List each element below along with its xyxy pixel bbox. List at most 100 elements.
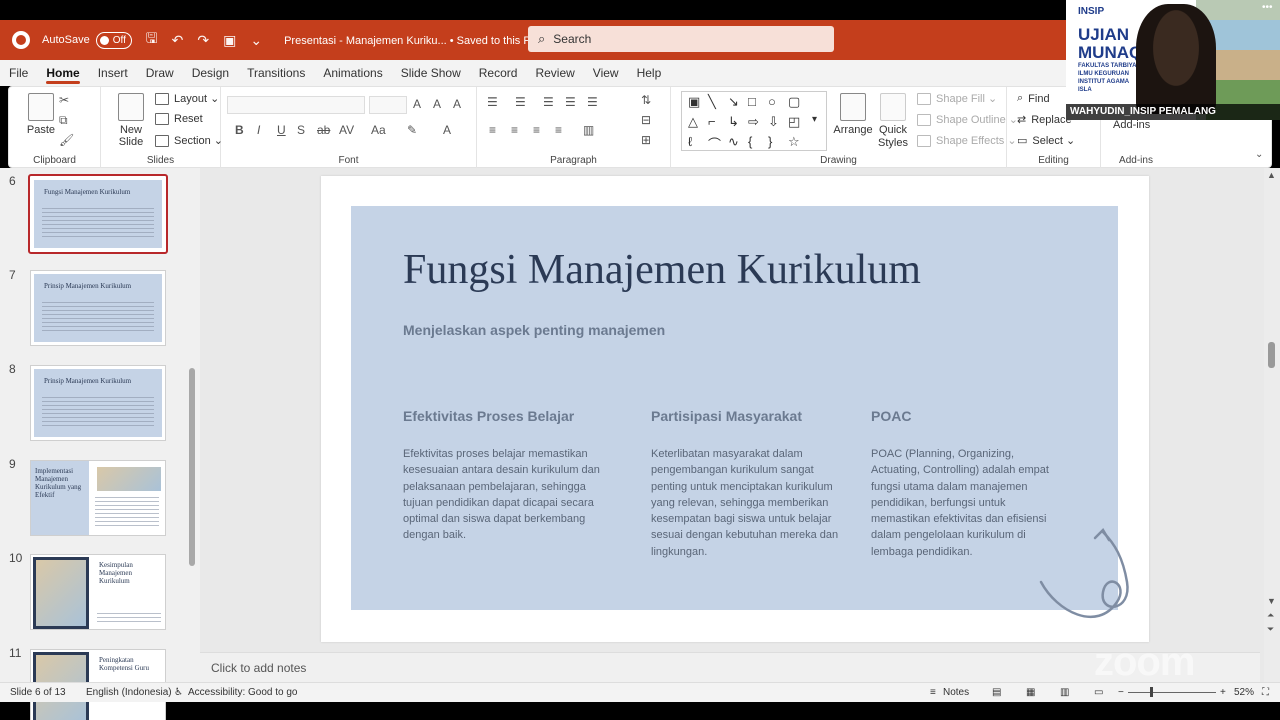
tab-draw[interactable]: Draw (137, 60, 183, 86)
normal-view-icon[interactable]: ▤ (992, 687, 1001, 698)
zoom-slider-track[interactable] (1128, 692, 1216, 693)
more-shapes-icon[interactable]: ▾ (812, 114, 817, 125)
tab-design[interactable]: Design (183, 60, 238, 86)
content-column-2[interactable]: Partisipasi Masyarakat Keterlibatan masy… (651, 408, 841, 560)
rectangle-shape-icon[interactable]: □ (748, 94, 756, 109)
left-brace-shape-icon[interactable]: { (748, 134, 752, 149)
star-shape-icon[interactable]: ☆ (788, 134, 800, 150)
document-title[interactable]: Presentasi - Manajemen Kuriku... • Saved… (284, 34, 551, 47)
down-arrow-shape-icon[interactable]: ⇩ (768, 114, 779, 130)
freeform-shape-icon[interactable]: ℓ (688, 134, 692, 149)
paste-button[interactable]: Paste (21, 93, 61, 136)
char-spacing-icon[interactable]: AV (339, 123, 354, 137)
present-icon[interactable]: ▣ (223, 32, 236, 49)
quick-styles-button[interactable]: Quick Styles (873, 93, 913, 150)
slide-thumbnail-6[interactable]: Fungsi Manajemen Kurikulum (28, 174, 168, 254)
tab-home[interactable]: Home (37, 60, 88, 86)
connector-shape-icon[interactable]: ⌐ (708, 114, 716, 129)
shapes-gallery[interactable]: ▣ ╲ ↘ □ ○ ▢ △ ⌐ ↳ ⇨ ⇩ ◰ ℓ ⌒ ∿ { } ☆ ▾ (681, 91, 827, 153)
content-column-1[interactable]: Efektivitas Proses Belajar Efektivitas p… (403, 408, 603, 544)
shape-outline-button[interactable]: Shape Outline ⌄ (917, 113, 1018, 126)
highlight-icon[interactable]: ✎ (407, 123, 417, 137)
tab-animations[interactable]: Animations (314, 60, 391, 86)
italic-icon[interactable]: I (257, 123, 260, 137)
search-box[interactable]: ⌕ Search (528, 26, 834, 52)
increase-indent-icon[interactable]: ☰ (565, 95, 576, 109)
align-right-icon[interactable]: ≡ (533, 123, 540, 137)
slide-thumbnail-9[interactable]: Implementasi Manajemen Kurikulum yang Ef… (30, 460, 166, 536)
new-slide-button[interactable]: New Slide (109, 93, 153, 148)
oval-shape-icon[interactable]: ○ (768, 94, 776, 109)
curve-shape-icon[interactable]: ∿ (728, 134, 739, 150)
font-color-icon[interactable]: A (443, 123, 451, 137)
tab-review[interactable]: Review (526, 60, 583, 86)
decrease-font-icon[interactable]: A (433, 97, 441, 111)
slideshow-view-icon[interactable]: ▭ (1094, 687, 1103, 698)
bold-icon[interactable]: B (235, 123, 244, 137)
textbox-shape-icon[interactable]: ▣ (688, 94, 700, 110)
right-arrow-shape-icon[interactable]: ⇨ (748, 114, 759, 130)
strikethrough-icon[interactable]: ab (317, 123, 330, 137)
replace-button[interactable]: ⇄ Replace (1017, 113, 1072, 127)
slide-6[interactable]: Fungsi Manajemen Kurikulum Menjelaskan a… (351, 206, 1129, 619)
zoom-participant-video[interactable]: INSIP UJIAN MUNAQO FAKULTAS TARBIYA ILMU… (1066, 0, 1280, 120)
align-text-icon[interactable]: ⊟ (641, 113, 651, 127)
customize-qat-icon[interactable]: ⌄ (250, 32, 262, 49)
format-painter-icon[interactable]: 🖌 (59, 133, 74, 147)
next-slide-icon[interactable]: ⏷ (1267, 624, 1274, 635)
previous-slide-icon[interactable]: ⏶ (1267, 610, 1274, 621)
increase-font-icon[interactable]: A (413, 97, 421, 111)
slide-sorter-icon[interactable]: ▦ (1026, 687, 1035, 698)
font-family-dropdown[interactable] (227, 96, 365, 114)
fit-to-window-icon[interactable]: ⛶ (1262, 687, 1269, 698)
thumbnail-scroll-thumb[interactable] (189, 368, 195, 566)
content-column-3[interactable]: POAC POAC (Planning, Organizing, Actuati… (871, 408, 1061, 560)
reset-button[interactable]: Reset (155, 113, 203, 125)
reading-view-icon[interactable]: ▥ (1060, 687, 1069, 698)
arrow-line-shape-icon[interactable]: ↘ (728, 94, 739, 110)
tab-file[interactable]: File (0, 60, 37, 86)
slide-scrollbar[interactable]: ▲ ▼ ⏶ ⏷ (1264, 168, 1280, 682)
redo-icon[interactable]: ↷ (197, 32, 209, 49)
autosave-toggle[interactable]: Off (95, 31, 132, 49)
columns-icon[interactable]: ▥ (583, 123, 594, 137)
accessibility-status[interactable]: Accessibility: Good to go (188, 687, 298, 698)
tab-view[interactable]: View (584, 60, 628, 86)
scroll-down-icon[interactable]: ▼ (1267, 596, 1276, 606)
notes-button[interactable]: Notes (943, 687, 969, 698)
align-center-icon[interactable]: ≡ (511, 123, 518, 137)
collapse-ribbon-icon[interactable]: ⌄ (1255, 149, 1263, 160)
zoom-out-icon[interactable]: − (1118, 687, 1124, 698)
save-icon[interactable]: 🖫 (146, 28, 158, 52)
arrange-button[interactable]: Arrange (831, 93, 875, 136)
justify-icon[interactable]: ≡ (555, 123, 562, 137)
copy-icon[interactable]: ⧉ (59, 113, 68, 128)
decrease-indent-icon[interactable]: ☰ (543, 95, 554, 109)
cut-icon[interactable]: ✂ (59, 93, 69, 107)
undo-icon[interactable]: ↶ (172, 32, 184, 49)
find-button[interactable]: ⌕ Find (1017, 92, 1050, 105)
section-button[interactable]: Section ⌄ (155, 134, 223, 147)
slide-thumbnail-7[interactable]: Prinsip Manajemen Kurikulum (30, 270, 166, 346)
addins-button[interactable]: Add-ins (1113, 119, 1150, 131)
slide-thumbnail-8[interactable]: Prinsip Manajemen Kurikulum (30, 365, 166, 441)
more-options-icon[interactable]: ••• (1262, 2, 1273, 13)
tab-help[interactable]: Help (628, 60, 671, 86)
zoom-level[interactable]: 52% (1234, 687, 1254, 698)
zoom-in-icon[interactable]: + (1220, 687, 1226, 698)
notes-icon[interactable]: ≡ (930, 687, 936, 698)
language-indicator[interactable]: English (Indonesia) (86, 687, 172, 698)
numbering-icon[interactable]: ☰ (515, 95, 526, 109)
tab-record[interactable]: Record (470, 60, 527, 86)
text-direction-icon[interactable]: ⇅ (641, 93, 651, 107)
thumbnail-scrollbar[interactable] (188, 168, 196, 682)
rounded-rect-shape-icon[interactable]: ▢ (788, 94, 800, 110)
slide-title[interactable]: Fungsi Manajemen Kurikulum (403, 246, 921, 294)
arc-shape-icon[interactable]: ⌒ (708, 134, 721, 153)
slide-canvas[interactable]: Fungsi Manajemen Kurikulum Menjelaskan a… (321, 176, 1149, 642)
tab-transitions[interactable]: Transitions (238, 60, 314, 86)
slide-thumbnail-10[interactable]: Kesimpulan Manajemen Kurikulum (30, 554, 166, 630)
callout-shape-icon[interactable]: ◰ (788, 114, 800, 130)
select-button[interactable]: ▭ Select ⌄ (1017, 134, 1075, 147)
clear-format-icon[interactable]: A (453, 97, 461, 111)
